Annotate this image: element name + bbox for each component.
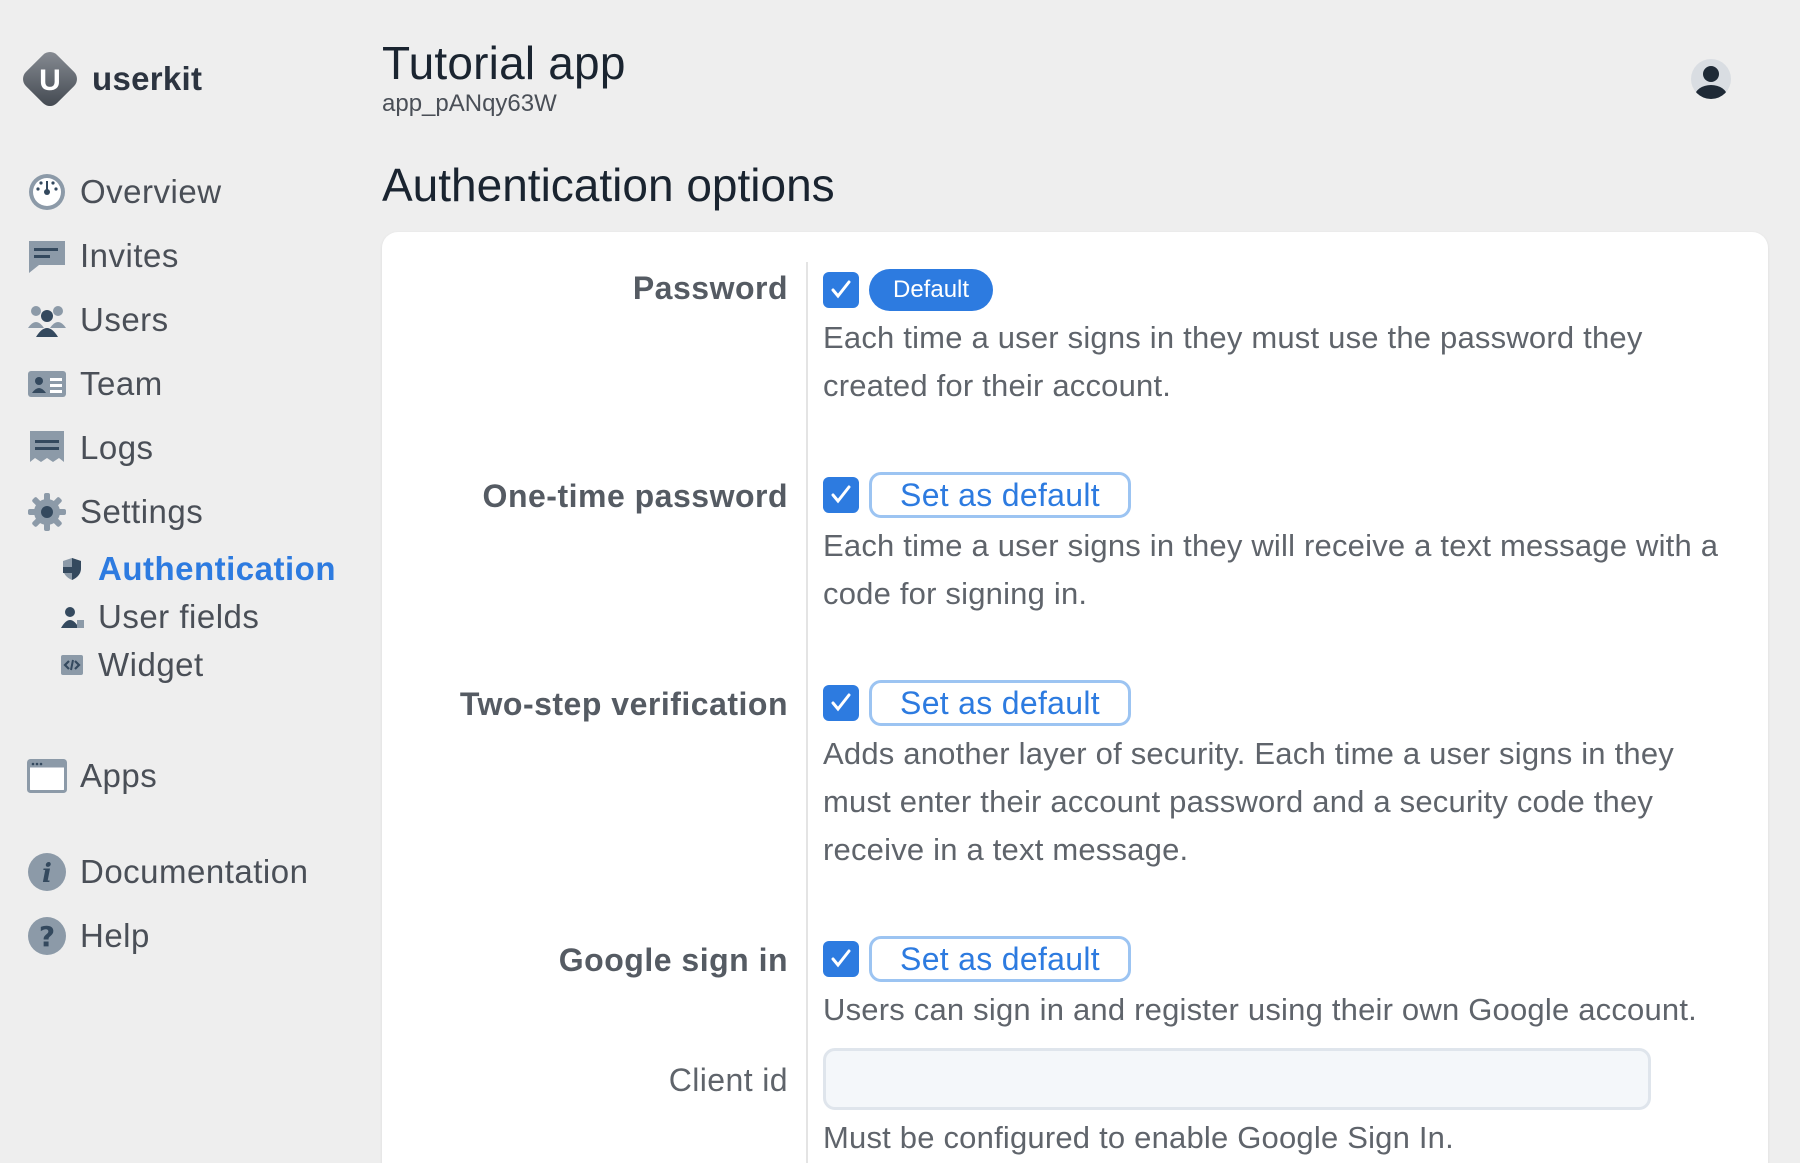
sidebar-item-label: Apps bbox=[80, 757, 158, 794]
sidebar-item-help[interactable]: ? Help bbox=[26, 904, 366, 968]
sidebar-subitem-user-fields[interactable]: User fields bbox=[58, 593, 378, 641]
auth-options-card: Password Default Each time a user signs … bbox=[382, 232, 1768, 1163]
sidebar-item-label: Logs bbox=[80, 429, 154, 466]
sidebar-item-users[interactable]: Users bbox=[26, 288, 366, 352]
id-card-icon bbox=[26, 363, 68, 405]
settings-subnav: Authentication User fields Widget bbox=[58, 545, 378, 689]
sidebar-item-settings[interactable]: Settings bbox=[26, 480, 366, 544]
option-label-google-sign-in: Google sign in bbox=[558, 942, 788, 978]
client-id-help: Must be configured to enable Google Sign… bbox=[823, 1120, 1454, 1155]
sidebar-item-label: Team bbox=[80, 365, 163, 402]
option-description-two-step-verification: Adds another layer of security. Each tim… bbox=[823, 736, 1674, 867]
sidebar-item-label: Overview bbox=[80, 173, 222, 210]
app-title: Tutorial app bbox=[382, 37, 626, 89]
svg-text:U: U bbox=[39, 64, 61, 97]
sidebar-item-invites[interactable]: Invites bbox=[26, 224, 366, 288]
userkit-logo-icon: U bbox=[23, 52, 77, 106]
sidebar-item-apps[interactable]: Apps bbox=[26, 744, 366, 808]
option-description-google-sign-in: Users can sign in and register using the… bbox=[823, 992, 1697, 1027]
sidebar-item-documentation[interactable]: i Documentation bbox=[26, 840, 366, 904]
client-id-input[interactable] bbox=[823, 1048, 1651, 1110]
option-controls-password: Default bbox=[823, 269, 994, 311]
sidebar-nav: Overview Invites Users Team Logs Setting… bbox=[26, 160, 366, 544]
set-default-button[interactable]: Set as default bbox=[869, 680, 1131, 726]
brand-name: userkit bbox=[92, 60, 203, 97]
sidebar-help-section: i Documentation ? Help bbox=[26, 840, 366, 968]
question-icon: ? bbox=[26, 915, 68, 957]
dashboard-icon bbox=[26, 171, 68, 213]
default-badge: Default bbox=[869, 269, 994, 311]
password-checkbox[interactable] bbox=[823, 272, 859, 308]
sidebar-item-label: Help bbox=[80, 917, 150, 954]
sidebar-item-label: Settings bbox=[80, 493, 204, 530]
sidebar-apps-section: Apps bbox=[26, 744, 366, 808]
option-controls-one-time-password: Set as default bbox=[823, 472, 1131, 518]
check-icon bbox=[831, 485, 851, 504]
option-description-one-time-password: Each time a user signs in they will rece… bbox=[823, 528, 1719, 611]
sidebar-subitem-widget[interactable]: Widget bbox=[58, 641, 378, 689]
sidebar-subitem-label: User fields bbox=[98, 598, 260, 635]
column-divider bbox=[806, 262, 808, 1163]
option-label-one-time-password: One-time password bbox=[482, 478, 788, 514]
option-description-password: Each time a user signs in they must use … bbox=[823, 320, 1643, 403]
window-icon bbox=[26, 755, 68, 797]
option-controls-two-step-verification: Set as default bbox=[823, 680, 1131, 726]
sidebar-item-overview[interactable]: Overview bbox=[26, 160, 366, 224]
code-icon bbox=[58, 651, 86, 679]
app-id: app_pANqy63W bbox=[382, 90, 557, 117]
sidebar-item-label: Users bbox=[80, 301, 169, 338]
shield-icon bbox=[58, 555, 86, 583]
set-default-button[interactable]: Set as default bbox=[869, 472, 1131, 518]
user-icon bbox=[58, 603, 86, 631]
svg-text:i: i bbox=[42, 859, 52, 889]
info-icon: i bbox=[26, 851, 68, 893]
log-icon bbox=[26, 427, 68, 469]
brand[interactable]: U userkit bbox=[18, 47, 202, 111]
sidebar-subitem-label: Authentication bbox=[98, 550, 336, 587]
sidebar-item-label: Invites bbox=[80, 237, 179, 274]
sidebar-subitem-label: Widget bbox=[98, 646, 204, 683]
message-icon bbox=[26, 235, 68, 277]
option-label-two-step-verification: Two-step verification bbox=[459, 686, 788, 722]
option-label-password: Password bbox=[632, 270, 788, 306]
client-id-label: Client id bbox=[668, 1062, 788, 1098]
check-icon bbox=[831, 949, 851, 968]
check-icon bbox=[831, 280, 851, 299]
one-time-password-checkbox[interactable] bbox=[823, 477, 859, 513]
users-icon bbox=[26, 299, 68, 341]
sidebar: U userkit Overview Invites Users Team Lo… bbox=[0, 0, 370, 1163]
account-icon[interactable] bbox=[1690, 58, 1732, 100]
set-default-button[interactable]: Set as default bbox=[869, 936, 1131, 982]
option-controls-google-sign-in: Set as default bbox=[823, 936, 1131, 982]
google-sign-in-checkbox[interactable] bbox=[823, 941, 859, 977]
sidebar-item-team[interactable]: Team bbox=[26, 352, 366, 416]
check-icon bbox=[831, 693, 851, 712]
two-step-verification-checkbox[interactable] bbox=[823, 685, 859, 721]
sidebar-item-logs[interactable]: Logs bbox=[26, 416, 366, 480]
sidebar-subitem-authentication[interactable]: Authentication bbox=[58, 545, 378, 593]
svg-text:?: ? bbox=[39, 920, 55, 953]
sidebar-item-label: Documentation bbox=[80, 853, 309, 890]
page-heading: Authentication options bbox=[382, 159, 835, 211]
gear-icon bbox=[26, 491, 68, 533]
